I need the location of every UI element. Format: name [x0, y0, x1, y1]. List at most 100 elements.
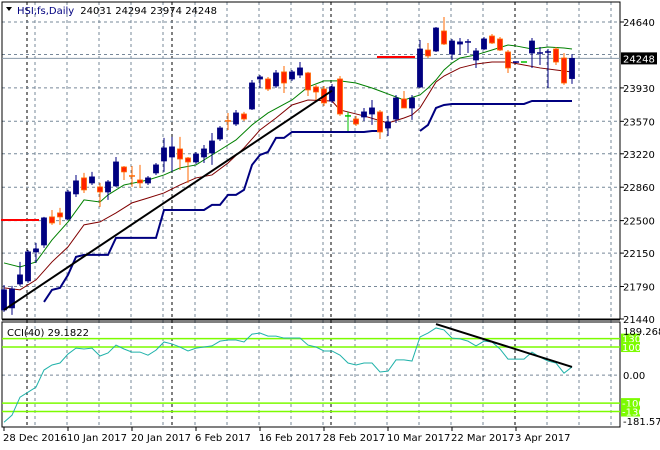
candle-body: [1, 289, 7, 311]
candle: [281, 65, 287, 94]
candle-body: [25, 251, 31, 282]
cci-line: [3, 327, 573, 423]
candle-body: [97, 186, 103, 193]
candle: [185, 156, 191, 183]
y-tick-label: 23570: [623, 117, 655, 128]
y-tick-label: 22860: [623, 183, 655, 194]
candle-body: [337, 78, 343, 115]
candle: [569, 54, 575, 84]
candle-body: [433, 27, 439, 52]
candle: [17, 261, 23, 286]
x-tick-label: 22 Mar 2017: [451, 433, 514, 444]
candle: [217, 125, 223, 141]
candle: [201, 144, 207, 163]
y-tick-label: 22150: [623, 249, 655, 260]
candle: [121, 165, 127, 180]
candle: [169, 136, 175, 172]
candle: [241, 111, 247, 121]
candle-body: [177, 148, 183, 160]
x-tick-label: 6 Feb 2017: [195, 433, 251, 444]
candle-body: [441, 30, 447, 45]
main-panel-frame: [1, 1, 621, 320]
kijun-line: [419, 99, 572, 132]
candle: [337, 76, 343, 116]
y-tick-label: 21440: [623, 315, 655, 326]
candle-body: [425, 49, 431, 57]
candle: [417, 40, 423, 88]
candle: [425, 42, 431, 59]
cci-trendline: [435, 323, 573, 368]
candle-body: [297, 67, 303, 76]
candle: [385, 115, 391, 136]
x-tick-label: 20 Jan 2017: [131, 433, 191, 444]
trendline: [3, 89, 333, 311]
candle: [449, 38, 455, 60]
candle: [465, 38, 471, 53]
candle-body: [329, 86, 335, 102]
candle-body: [377, 111, 383, 133]
current-price-label: 24248: [623, 54, 655, 65]
candle-body: [201, 148, 207, 158]
candle-body: [553, 48, 559, 63]
candle-body: [169, 146, 175, 158]
candle: [505, 50, 511, 73]
candle: [249, 80, 255, 110]
candle-body: [353, 118, 359, 125]
candle-body: [217, 127, 223, 140]
candle: [49, 209, 55, 225]
candle-body: [41, 217, 47, 246]
candle: [65, 189, 71, 220]
cci-zero-label: 0.00: [623, 371, 645, 382]
candle-body: [113, 161, 119, 187]
candle: [537, 46, 543, 65]
candle: [361, 107, 367, 121]
candle: [297, 62, 303, 78]
collapse-triangle-icon: [6, 7, 12, 11]
candle-body: [105, 181, 111, 193]
candle: [225, 112, 231, 130]
candle: [137, 164, 143, 188]
candle-body: [89, 176, 95, 184]
candle-body: [65, 191, 71, 220]
y-tick-label: 24640: [623, 18, 655, 29]
candle-body: [289, 71, 295, 80]
candle-body: [449, 40, 455, 55]
candle: [313, 84, 319, 100]
candle: [489, 33, 495, 44]
cci-level-label: 100: [622, 343, 641, 354]
candle-body: [81, 177, 87, 191]
candle: [25, 249, 31, 283]
cci-title: CCI(40) 29.1822: [7, 328, 89, 339]
candle: [89, 171, 95, 185]
candle: [481, 36, 487, 51]
candle-body: [153, 164, 159, 174]
candle-body: [137, 179, 143, 184]
candle-body: [457, 41, 463, 45]
candle: [305, 71, 311, 96]
y-tick-label: 23220: [623, 150, 655, 161]
x-tick-label: 16 Feb 2017: [259, 433, 321, 444]
candle-body: [497, 38, 503, 51]
candle-body: [561, 57, 567, 84]
candle-body: [73, 180, 79, 195]
candle: [153, 162, 159, 175]
candle: [145, 175, 151, 185]
price-chart[interactable]: 24640 23930 23570 23220 22860 22500 22150 21790…: [0, 0, 660, 450]
candle: [473, 47, 479, 68]
moving-average-fast: [3, 44, 573, 268]
candle: [97, 182, 103, 207]
y-tick-label: 22500: [623, 217, 655, 228]
x-tick-label: 28 Feb 2017: [323, 433, 385, 444]
candle: [377, 109, 383, 139]
candle-body: [305, 72, 311, 91]
candle-body: [417, 48, 423, 88]
candle-body: [489, 35, 495, 44]
candle-body: [145, 177, 151, 184]
candle-body: [401, 98, 407, 109]
candle-body: [249, 82, 255, 110]
candle-body: [57, 212, 63, 218]
candle-body: [265, 78, 271, 90]
candle: [433, 27, 439, 52]
candle: [193, 151, 199, 164]
candle-body: [121, 166, 127, 173]
